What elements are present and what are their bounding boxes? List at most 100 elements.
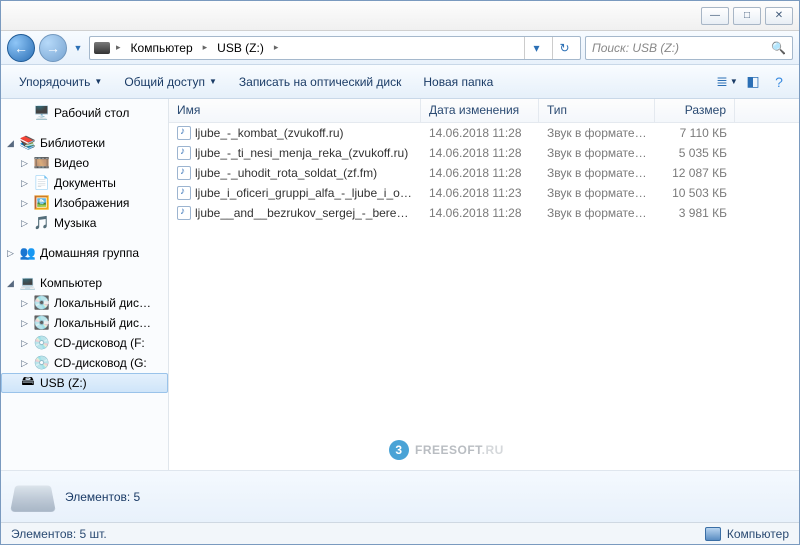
address-dropdown[interactable]: ▾: [524, 37, 548, 59]
expand-icon[interactable]: ▷: [19, 158, 30, 169]
file-type: Звук в формате ...: [539, 186, 655, 200]
expand-icon[interactable]: ▷: [19, 318, 30, 329]
file-name: ljube_-_ti_nesi_menja_reka_(zvukoff.ru): [195, 146, 408, 160]
file-row[interactable]: ljube__and__bezrukov_sergej_-_berezi_(zv…: [169, 203, 799, 223]
file-row[interactable]: ljube_-_ti_nesi_menja_reka_(zvukoff.ru) 1…: [169, 143, 799, 163]
file-row[interactable]: ljube_i_oficeri_gruppi_alfa_-_ljube_i_of…: [169, 183, 799, 203]
sidebar-item-music[interactable]: ▷🎵Музыка: [1, 213, 168, 233]
file-type: Звук в формате ...: [539, 146, 655, 160]
details-pane: Элементов: 5: [1, 470, 799, 522]
search-input[interactable]: Поиск: USB (Z:): [585, 36, 793, 60]
sidebar-item-libraries[interactable]: ◢📚Библиотеки: [1, 133, 168, 153]
status-bar: Элементов: 5 шт. Компьютер: [1, 522, 799, 544]
file-date: 14.06.2018 11:28: [421, 146, 539, 160]
column-size[interactable]: Размер: [655, 99, 735, 122]
breadcrumb-chevron-icon[interactable]: ▸: [114, 42, 123, 53]
audio-file-icon: [177, 126, 191, 140]
drive-icon: [94, 42, 110, 54]
back-button[interactable]: ←: [7, 34, 35, 62]
preview-pane-button[interactable]: ◧: [741, 70, 765, 94]
collapse-icon[interactable]: ◢: [5, 278, 16, 289]
address-bar[interactable]: ▸ Компьютер ▸ USB (Z:) ▸ ▾ ↻: [89, 36, 581, 60]
help-button[interactable]: ?: [767, 70, 791, 94]
sidebar-item-computer[interactable]: ◢💻Компьютер: [1, 273, 168, 293]
breadcrumb-chevron-icon[interactable]: ▸: [201, 42, 210, 53]
file-date: 14.06.2018 11:28: [421, 126, 539, 140]
close-button[interactable]: ✕: [765, 7, 793, 25]
watermark-badge-icon: 3: [389, 440, 409, 460]
video-icon: 🎞️: [34, 155, 50, 171]
file-list: Имя Дата изменения Тип Размер ljube_-_ko…: [169, 99, 799, 470]
file-row[interactable]: ljube_-_uhodit_rota_soldat_(zf.fm) 14.06.…: [169, 163, 799, 183]
column-date[interactable]: Дата изменения: [421, 99, 539, 122]
view-options-button[interactable]: ≣ ▼: [715, 70, 739, 94]
status-location: Компьютер: [705, 527, 789, 541]
content-area: 🖥️Рабочий стол ◢📚Библиотеки ▷🎞️Видео ▷📄Д…: [1, 99, 799, 470]
expand-icon[interactable]: ▷: [19, 338, 30, 349]
audio-file-icon: [177, 166, 191, 180]
column-type[interactable]: Тип: [539, 99, 655, 122]
file-date: 14.06.2018 11:28: [421, 166, 539, 180]
sidebar-item-homegroup[interactable]: ▷👥Домашняя группа: [1, 243, 168, 263]
sidebar-item-pictures[interactable]: ▷🖼️Изображения: [1, 193, 168, 213]
expand-icon[interactable]: ▷: [19, 178, 30, 189]
sidebar-item-cd-g[interactable]: ▷💿CD-дисковод (G:: [1, 353, 168, 373]
drive-icon: 💽: [34, 315, 50, 331]
watermark: 3 FREESOFT.RU: [389, 440, 504, 460]
file-row[interactable]: ljube_-_kombat_(zvukoff.ru) 14.06.2018 11…: [169, 123, 799, 143]
audio-file-icon: [177, 206, 191, 220]
share-button[interactable]: Общий доступ▼: [114, 71, 227, 93]
organize-button[interactable]: Упорядочить▼: [9, 71, 112, 93]
desktop-icon: 🖥️: [34, 105, 50, 121]
navigation-bar: ← → ▼ ▸ Компьютер ▸ USB (Z:) ▸ ▾ ↻ Поиск…: [1, 31, 799, 65]
details-summary: Элементов: 5: [65, 490, 140, 504]
audio-file-icon: [177, 146, 191, 160]
column-name[interactable]: Имя: [169, 99, 421, 122]
file-name: ljube__and__bezrukov_sergej_-_berezi_(zv…: [195, 206, 421, 220]
expand-icon[interactable]: ▷: [19, 198, 30, 209]
breadcrumb-computer[interactable]: Компьютер: [127, 41, 197, 55]
refresh-button[interactable]: ↻: [552, 37, 576, 59]
file-name: ljube_-_kombat_(zvukoff.ru): [195, 126, 344, 140]
breadcrumb-usb[interactable]: USB (Z:): [213, 41, 268, 55]
pictures-icon: 🖼️: [34, 195, 50, 211]
expand-icon[interactable]: ▷: [5, 248, 16, 259]
sidebar-item-desktop[interactable]: 🖥️Рабочий стол: [1, 103, 168, 123]
navigation-pane: 🖥️Рабочий стол ◢📚Библиотеки ▷🎞️Видео ▷📄Д…: [1, 99, 169, 470]
documents-icon: 📄: [34, 175, 50, 191]
file-name: ljube_-_uhodit_rota_soldat_(zf.fm): [195, 166, 377, 180]
file-size: 12 087 КБ: [655, 166, 735, 180]
drive-large-icon: [10, 485, 56, 511]
usb-drive-icon: 🖴: [20, 375, 36, 391]
homegroup-icon: 👥: [20, 245, 36, 261]
expand-icon[interactable]: ▷: [19, 218, 30, 229]
file-rows: ljube_-_kombat_(zvukoff.ru) 14.06.2018 11…: [169, 123, 799, 470]
sidebar-item-video[interactable]: ▷🎞️Видео: [1, 153, 168, 173]
history-dropdown[interactable]: ▼: [71, 34, 85, 62]
minimize-button[interactable]: —: [701, 7, 729, 25]
file-size: 7 110 КБ: [655, 126, 735, 140]
file-type: Звук в формате ...: [539, 126, 655, 140]
breadcrumb-chevron-icon[interactable]: ▸: [272, 42, 281, 53]
status-item-count: Элементов: 5 шт.: [11, 527, 107, 541]
file-type: Звук в формате ...: [539, 166, 655, 180]
cd-icon: 💿: [34, 355, 50, 371]
audio-file-icon: [177, 186, 191, 200]
file-size: 10 503 КБ: [655, 186, 735, 200]
sidebar-item-cd-f[interactable]: ▷💿CD-дисковод (F:: [1, 333, 168, 353]
expand-icon[interactable]: ▷: [19, 298, 30, 309]
burn-button[interactable]: Записать на оптический диск: [229, 71, 412, 93]
expand-icon[interactable]: ▷: [19, 358, 30, 369]
forward-button[interactable]: →: [39, 34, 67, 62]
maximize-button[interactable]: □: [733, 7, 761, 25]
collapse-icon[interactable]: ◢: [5, 138, 16, 149]
new-folder-button[interactable]: Новая папка: [413, 71, 503, 93]
sidebar-item-documents[interactable]: ▷📄Документы: [1, 173, 168, 193]
sidebar-item-local-disk[interactable]: ▷💽Локальный дис…: [1, 293, 168, 313]
sidebar-item-local-disk-2[interactable]: ▷💽Локальный дис…: [1, 313, 168, 333]
titlebar: — □ ✕: [1, 1, 799, 31]
computer-icon: [705, 527, 721, 541]
sidebar-item-usb[interactable]: 🖴USB (Z:): [1, 373, 168, 393]
file-date: 14.06.2018 11:23: [421, 186, 539, 200]
file-size: 5 035 КБ: [655, 146, 735, 160]
